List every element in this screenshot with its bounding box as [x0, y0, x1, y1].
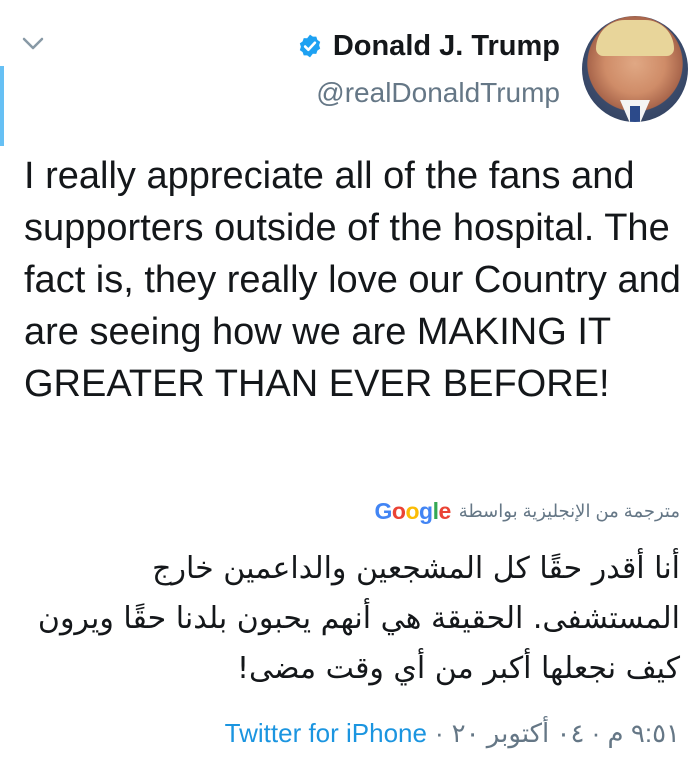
tweet-text: I really appreciate all of the fans and … [24, 155, 681, 405]
translation-attribution: مترجمة من الإنجليزية بواسطة Google [375, 498, 681, 525]
tweet-meta: ٩:٥١ م · ٠٤ أكتوبر ٢٠ · Twitter for iPho… [225, 718, 680, 749]
name-row: Donald J. Trump [297, 30, 560, 63]
meta-separator: · [434, 718, 444, 748]
chevron-down-icon[interactable] [22, 36, 44, 52]
translated-tweet-text: أنا أقدر حقًا كل المشجعين والداعمين خارج… [37, 551, 680, 686]
avatar-hair [596, 20, 674, 56]
user-names: Donald J. Trump @realDonaldTrump [297, 30, 560, 109]
thread-accent-bar [0, 66, 4, 146]
avatar-tie [630, 106, 640, 122]
tweet-source-link[interactable]: Twitter for iPhone [225, 718, 427, 749]
tweet-header: Donald J. Trump @realDonaldTrump [297, 14, 688, 124]
translation-label: مترجمة من الإنجليزية بواسطة [458, 501, 680, 521]
tweet-timestamp[interactable]: ٩:٥١ م · ٠٤ أكتوبر ٢٠ [452, 718, 680, 749]
user-handle[interactable]: @realDonaldTrump [297, 77, 560, 109]
avatar[interactable] [582, 16, 688, 122]
google-logo: Google [374, 498, 452, 524]
verified-badge-icon [299, 34, 320, 58]
display-name[interactable]: Donald J. Trump [333, 30, 560, 63]
